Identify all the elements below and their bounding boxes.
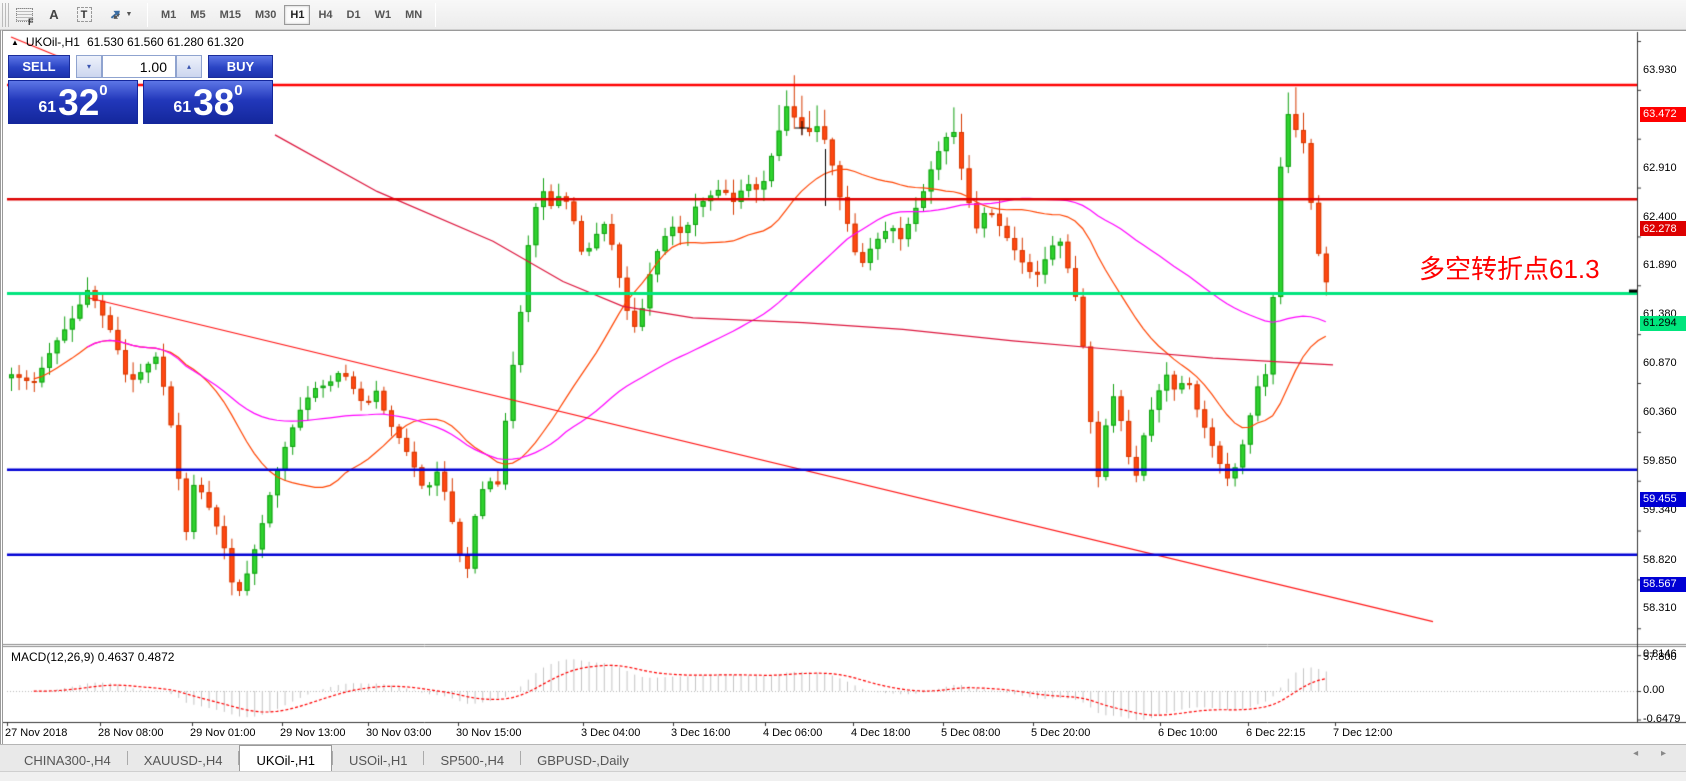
toolbar-separator [435, 2, 437, 27]
time-tick-label: 5 Dec 20:00 [1031, 727, 1091, 739]
tab-scroll-arrows[interactable]: ◂ ▸ [1633, 748, 1676, 759]
price-tick-label: 63.930 [1643, 64, 1677, 76]
level-badge-62.278: 62.278 [1640, 221, 1686, 237]
time-tick-label: 3 Dec 04:00 [581, 727, 641, 739]
timeframe-button-mn[interactable]: MN [399, 5, 428, 25]
sell-quote-pip: 0 [99, 82, 108, 99]
chart-tab-ukoilh1[interactable]: UKOil-,H1 [239, 745, 332, 771]
time-tick-label: 30 Nov 03:00 [366, 727, 432, 739]
collapse-arrow-icon[interactable]: ▲ [11, 38, 19, 47]
autoscroll-grid-icon[interactable]: F [12, 4, 36, 27]
time-tick-label: 6 Dec 22:15 [1246, 727, 1306, 739]
timeframe-button-m1[interactable]: M1 [155, 5, 182, 25]
price-tick-label: 61.890 [1643, 259, 1677, 272]
volume-increase-button[interactable]: ▴ [176, 55, 202, 78]
chart-tab-china300h4[interactable]: CHINA300-,H4 [8, 745, 127, 771]
volume-input[interactable]: 1.00 [102, 55, 176, 78]
level-badge-59.455: 59.455 [1640, 491, 1686, 507]
status-strip [0, 771, 1686, 781]
macd-tick-label: 0.8146 [1643, 648, 1677, 661]
timeframe-button-h4[interactable]: H4 [312, 5, 338, 25]
chinese-annotation: 多空转折点61.3 [1419, 254, 1600, 284]
text-tool-icon[interactable]: T [72, 4, 96, 26]
time-tick-label: 29 Nov 01:00 [190, 727, 256, 739]
sell-quote-prefix: 61 [38, 99, 57, 116]
price-tick-label: 62.910 [1643, 161, 1677, 174]
symbol-period-label: UKOil-,H1 [25, 35, 80, 49]
buy-button[interactable]: BUY [208, 55, 273, 78]
timeframe-button-m5[interactable]: M5 [184, 5, 211, 25]
timeframe-button-h1[interactable]: H1 [284, 4, 311, 25]
price-tick-label: 60.870 [1643, 357, 1677, 370]
time-tick-label: 30 Nov 15:00 [456, 727, 522, 739]
chart-canvas[interactable] [3, 31, 1686, 745]
time-tick-label: 5 Dec 08:00 [941, 727, 1001, 739]
level-badge-61.294: 61.294 [1640, 315, 1686, 331]
buy-quote-prefix: 61 [173, 99, 192, 116]
mt4-application: F A T ▼ M1 M5 M15 M30 H1 H4 D1 W1 MN ▲ UKOil-,H1… [0, 0, 1686, 781]
sell-quote-box[interactable]: 61 32 0 [8, 80, 138, 124]
arrows-tool-icon[interactable]: ▼ [102, 4, 138, 26]
macd-tick-label: -0.6479 [1643, 712, 1681, 725]
time-tick-label: 27 Nov 2018 [5, 727, 68, 739]
chart-tab-gbpusddaily[interactable]: GBPUSD-,Daily [521, 745, 645, 771]
chart-title: ▲ UKOil-,H1 61.530 61.560 61.280 61.320 [11, 35, 244, 49]
chart-tab-sp500h4[interactable]: SP500-,H4 [424, 745, 520, 771]
buy-quote-box[interactable]: 61 38 0 [143, 80, 273, 124]
macd-tick-label: 0.00 [1643, 684, 1665, 696]
level-badge-58.567: 58.567 [1640, 576, 1686, 592]
price-tick-label: 60.360 [1643, 406, 1677, 418]
one-click-trading-panel: SELL ▾ 1.00 ▴ BUY 61 32 0 61 38 0 [8, 55, 273, 125]
volume-decrease-button[interactable]: ▾ [76, 55, 102, 78]
chart-tab-usoilh1[interactable]: USOil-,H1 [333, 745, 424, 771]
timeframe-button-m30[interactable]: M30 [249, 5, 282, 25]
macd-indicator-label: MACD(12,26,9) 0.4637 0.4872 [11, 650, 175, 664]
top-toolbar: F A T ▼ M1 M5 M15 M30 H1 H4 D1 W1 MN [0, 0, 1686, 30]
time-tick-label: 28 Nov 08:00 [98, 727, 164, 739]
time-tick-label: 6 Dec 10:00 [1158, 727, 1218, 739]
time-tick-label: 4 Dec 06:00 [763, 727, 823, 739]
timeframe-button-d1[interactable]: D1 [341, 5, 367, 25]
time-tick-label: 4 Dec 18:00 [851, 727, 911, 739]
buy-quote-main: 38 [193, 82, 235, 123]
arrows-glyph [110, 10, 120, 19]
toolbar-grip[interactable] [2, 2, 9, 27]
price-tick-label: 58.310 [1643, 602, 1677, 615]
buy-quote-pip: 0 [234, 82, 243, 99]
level-badge-63.472: 63.472 [1640, 106, 1686, 122]
chart-window: ▲ UKOil-,H1 61.530 61.560 61.280 61.320 … [0, 30, 1686, 745]
timeframe-group: M1 M5 M15 M30 H1 H4 D1 W1 MN [154, 4, 429, 25]
chart-tab-bar: CHINA300-,H4 XAUUSD-,H4 UKOil-,H1 USOil-,H1… [0, 744, 1686, 771]
chart-tab-xauusdh4[interactable]: XAUUSD-,H4 [128, 745, 239, 771]
sell-quote-main: 32 [58, 82, 100, 123]
ohlc-values: 61.530 61.560 61.280 61.320 [86, 35, 244, 49]
time-tick-label: 3 Dec 16:00 [671, 727, 731, 739]
time-tick-label: 7 Dec 12:00 [1333, 727, 1393, 739]
timeframe-button-m15[interactable]: M15 [214, 5, 247, 25]
dropdown-caret-icon[interactable]: ▼ [126, 11, 133, 18]
timeframe-button-w1[interactable]: W1 [369, 5, 398, 25]
price-tick-label: 59.850 [1643, 454, 1677, 467]
toolbar-separator [147, 2, 148, 27]
time-tick-label: 29 Nov 13:00 [280, 727, 346, 739]
price-tick-label: 58.820 [1643, 553, 1677, 566]
font-a-icon[interactable]: A [42, 4, 66, 26]
sell-button[interactable]: SELL [8, 55, 70, 78]
